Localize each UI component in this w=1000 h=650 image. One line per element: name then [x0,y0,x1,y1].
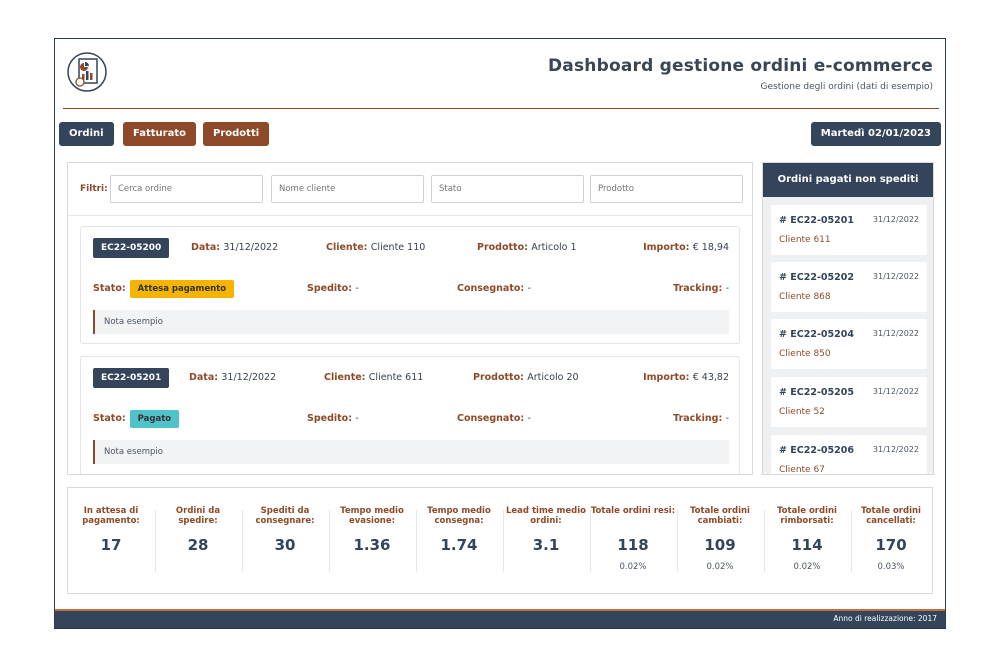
unshipped-order-date: 31/12/2022 [872,445,919,454]
kpi-percentage: 0.03% [877,562,905,572]
kpi-value: 170 [875,536,907,554]
kpi-cancelled-orders: Totale ordini cancellati: 170 0.03% [848,506,934,572]
orders-panel: Filtri: EC22-05200 Data: 31/12/2022 Clie… [67,162,753,475]
kpi-value: 28 [187,536,209,554]
kpi-stats-panel: In attesa di pagamento: 17 Ordini da spe… [67,487,933,594]
product-filter-input[interactable] [590,175,743,203]
unshipped-orders-panel: Ordini pagati non spediti # EC22-05201 3… [762,162,934,475]
order-id-badge: EC22-05201 [93,368,170,388]
unshipped-order-item[interactable]: # EC22-05201 31/12/2022 Cliente 611 [771,205,927,255]
report-document-icon [67,51,107,93]
unshipped-order-client: Cliente 868 [779,292,831,302]
kpi-avg-delivery-time: Tempo medio consegna: 1.74 [416,506,502,554]
current-date-button[interactable]: Martedì 02/01/2023 [810,122,941,146]
unshipped-order-client: Cliente 52 [779,407,825,417]
kpi-value: 17 [100,536,122,554]
kpi-value: 114 [791,536,823,554]
order-date: Data: 31/12/2022 [191,242,279,253]
kpi-lead-time: Lead time medio ordini: 3.1 [503,506,589,554]
order-tracking: Tracking: - [673,283,729,294]
order-date: Data: 31/12/2022 [189,372,277,383]
kpi-awaiting-payment: In attesa di pagamento: 17 [68,506,154,554]
unshipped-orders-title: Ordini pagati non spediti [763,163,933,197]
kpi-percentage: 0.02% [793,562,821,572]
page-title: Dashboard gestione ordini e-commerce [548,56,933,76]
unshipped-order-client: Cliente 611 [779,235,831,245]
kpi-label: Totale ordini cambiati: [690,506,750,526]
kpi-shipped-to-deliver: Spediti da consegnare: 30 [242,506,328,554]
kpi-percentage: 0.02% [706,562,734,572]
order-amount: Importo: € 43,82 [643,372,729,383]
kpi-exchanged-orders: Totale ordini cambiati: 109 0.02% [677,506,763,572]
unshipped-order-item[interactable]: # EC22-05202 31/12/2022 Cliente 868 [771,262,927,312]
kpi-label: Totale ordini cancellati: [861,506,921,526]
status-badge: Pagato [129,410,180,428]
unshipped-order-date: 31/12/2022 [872,272,919,281]
filters-label: Filtri: [80,184,108,194]
unshipped-order-item[interactable]: # EC22-05204 31/12/2022 Cliente 850 [771,319,927,369]
tab-ordini[interactable]: Ordini [59,122,114,146]
unshipped-order-id: # EC22-05205 [779,387,854,398]
order-shipped: Spedito: - [307,283,359,294]
order-id-badge: EC22-05200 [93,238,170,258]
kpi-label: Spediti da consegnare: [255,506,315,526]
unshipped-order-client: Cliente 67 [779,465,825,475]
unshipped-order-date: 31/12/2022 [872,215,919,224]
kpi-value: 118 [617,536,649,554]
tab-fatturato[interactable]: Fatturato [123,122,197,146]
order-status: Stato: Attesa pagamento [93,280,235,298]
order-product: Prodotto: Articolo 1 [477,242,577,253]
order-card[interactable]: EC22-05201 Data: 31/12/2022 Cliente: Cli… [80,356,740,474]
search-order-input[interactable] [110,175,263,203]
kpi-label: Tempo medio evasione: [340,506,404,526]
status-filter-input[interactable] [431,175,584,203]
order-client: Cliente: Cliente 611 [324,372,424,383]
unshipped-order-client: Cliente 850 [779,349,831,359]
order-status: Stato: Pagato [93,410,180,428]
kpi-label: Totale ordini resi: [590,506,676,516]
unshipped-order-date: 31/12/2022 [872,329,919,338]
kpi-percentage: 0.02% [619,562,647,572]
kpi-value: 1.36 [353,536,391,554]
order-client: Cliente: Cliente 110 [326,242,426,253]
unshipped-order-id: # EC22-05204 [779,329,854,340]
unshipped-order-item[interactable]: # EC22-05205 31/12/2022 Cliente 52 [771,377,927,427]
kpi-label: Tempo medio consegna: [427,506,491,526]
kpi-refunded-orders: Totale ordini rimborsati: 114 0.02% [764,506,850,572]
order-delivered: Consegnato: - [457,413,531,424]
order-note: Nota esempio [93,310,729,334]
kpi-value: 30 [274,536,296,554]
kpi-label: In attesa di pagamento: [82,506,140,526]
kpi-returned-orders: Totale ordini resi: 118 0.02% [590,506,676,572]
unshipped-order-id: # EC22-05201 [779,215,854,226]
kpi-value: 109 [704,536,736,554]
kpi-label: Lead time medio ordini: [506,506,586,526]
filters-bar: Filtri: [68,163,752,216]
order-card[interactable]: EC22-05200 Data: 31/12/2022 Cliente: Cli… [80,226,740,344]
dashboard-frame: Dashboard gestione ordini e-commerce Ges… [54,38,946,629]
order-amount: Importo: € 18,94 [643,242,729,253]
unshipped-order-item[interactable]: # EC22-05206 31/12/2022 Cliente 67 [771,435,927,475]
footer-text: Anno di realizzazione: 2017 [833,614,937,623]
kpi-to-ship: Ordini da spedire: 28 [155,506,241,554]
order-delivered: Consegnato: - [457,283,531,294]
order-shipped: Spedito: - [307,413,359,424]
kpi-avg-fulfillment-time: Tempo medio evasione: 1.36 [329,506,415,554]
kpi-value: 1.74 [440,536,478,554]
kpi-label: Totale ordini rimborsati: [777,506,837,526]
unshipped-order-date: 31/12/2022 [872,387,919,396]
status-badge: Attesa pagamento [129,280,235,298]
order-product: Prodotto: Articolo 20 [473,372,579,383]
tab-prodotti[interactable]: Prodotti [203,122,270,146]
kpi-value: 3.1 [532,536,560,554]
unshipped-order-id: # EC22-05202 [779,272,854,283]
footer-bar: Anno di realizzazione: 2017 [55,609,945,628]
dashboard-header: Dashboard gestione ordini e-commerce Ges… [63,47,939,109]
client-name-input[interactable] [271,175,424,203]
order-tracking: Tracking: - [673,413,729,424]
order-note: Nota esempio [93,440,729,464]
page-subtitle: Gestione degli ordini (dati di esempio) [760,82,933,92]
unshipped-order-id: # EC22-05206 [779,445,854,456]
kpi-label: Ordini da spedire: [175,506,221,526]
